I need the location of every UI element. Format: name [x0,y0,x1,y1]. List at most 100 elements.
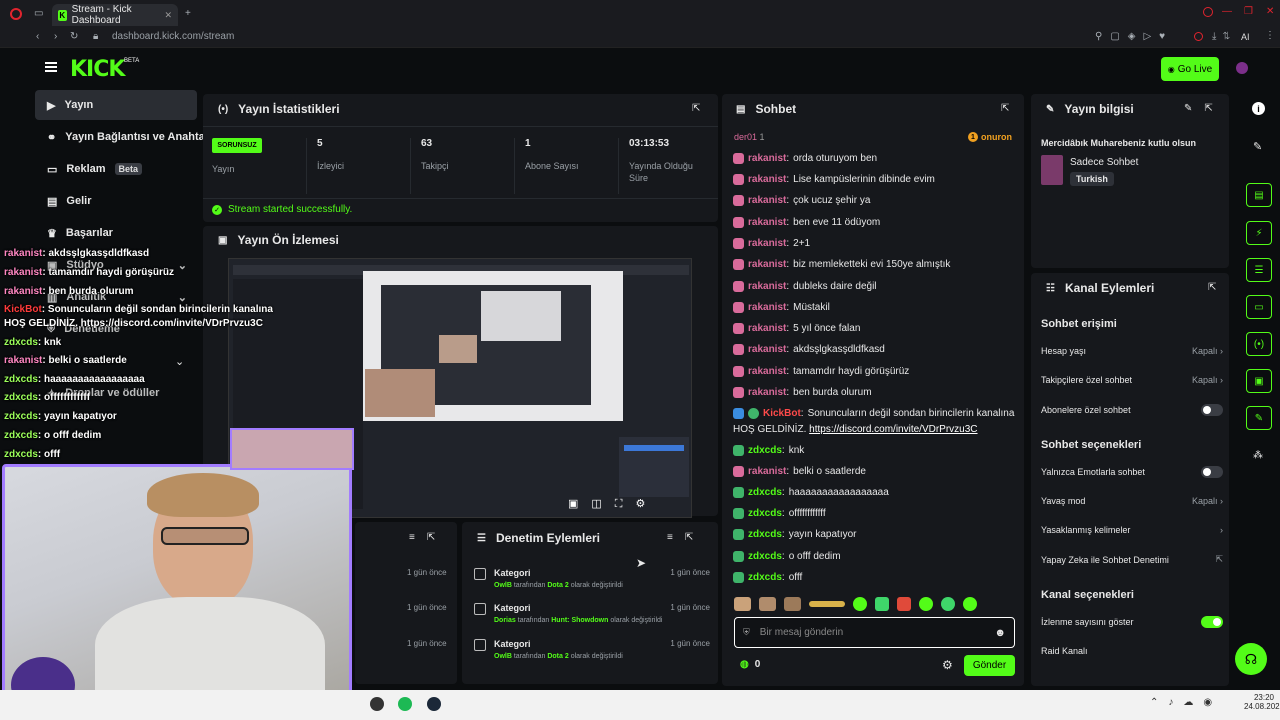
chat-message[interactable]: rakanist: dubleks daire değil [733,281,877,292]
tool-layout-button[interactable]: ▣ [1246,369,1272,393]
ai-moderation-row[interactable]: Yapay Zeka ile Sohbet Denetimi ⇱ [1041,554,1223,565]
chat-message[interactable]: rakanist: belki o saatlerde [733,466,866,477]
chat-username[interactable]: zdxcds [748,487,782,498]
profile-icon[interactable] [1194,32,1203,41]
emote-icon[interactable] [759,597,776,611]
new-tab-icon[interactable]: + [185,8,191,19]
url-field[interactable]: dashboard.kick.com/stream [112,31,234,42]
emote-icon[interactable] [734,597,751,611]
download-icon[interactable]: ⤓⇅ [1212,31,1236,42]
chat-message[interactable]: rakanist:5 yıl önce falan [733,323,860,334]
tab-close-icon[interactable]: ✕ [164,10,172,21]
channel-points[interactable]: ◍ 0 [740,659,760,670]
emote-bar[interactable] [734,596,1014,612]
chevron-down-icon[interactable]: ⌄ [175,355,184,368]
chat-username[interactable]: rakanist [748,387,786,398]
opera-logo-icon[interactable] [10,8,22,20]
discord-link[interactable]: https://discord.com/invite/VDrPrvzu3C [809,424,977,435]
chat-message[interactable]: rakanist: akdsşlgkasşdldfkasd [733,344,885,355]
panel-controls-icons[interactable]: ≡⇱ [667,532,705,543]
chat-username[interactable]: zdxcds [748,529,782,540]
avatar[interactable] [1236,62,1248,74]
edit-popout-icons[interactable]: ✎⇱ [1184,103,1225,114]
ai-label[interactable]: AI [1241,32,1250,42]
back-icon[interactable]: ‹ [36,31,39,42]
preview-controls-icons[interactable]: ▣◫⛶⚙ [568,497,658,511]
pencil-icon[interactable]: ✎ [1253,140,1262,153]
category-name[interactable]: Sadece Sohbet [1070,157,1138,168]
chat-username[interactable]: rakanist [748,238,786,249]
sidebar-item-basarilar[interactable]: ♛ Başarılar [35,218,197,248]
chat-username[interactable]: rakanist [748,195,786,206]
tool-chat-button[interactable]: ▭ [1246,295,1272,319]
moderation-item[interactable]: Kategori OwlB tarafından Dota 2 olarak d… [470,568,710,602]
app-icon[interactable] [370,697,384,711]
sidebar-item-reklam[interactable]: ▭ Reklam Beta [35,154,197,184]
chat-message[interactable]: rakanist: ben eve 11 ödüyom [733,217,880,228]
emote-icon[interactable] [875,597,889,611]
emote-icon[interactable] [853,597,867,611]
extension-icons[interactable]: ⚲▢◈▷♥ [1095,31,1173,42]
emote-only-toggle[interactable] [1201,466,1223,478]
chat-message[interactable]: KickBot: Sonuncuların değil sondan birinc… [733,408,1014,419]
chat-message[interactable]: rakanist: tamamdır haydi görüşürüz [733,366,909,377]
chat-settings-icon[interactable]: ⚙ [942,658,953,672]
panel-controls-icons[interactable]: ≡⇱ [409,532,447,543]
popout-icon[interactable]: ⇱ [1208,282,1216,293]
tool-flash-button[interactable]: ⚡︎ [1246,221,1272,245]
chat-username[interactable]: rakanist [748,366,786,377]
chat-message[interactable]: rakanist: orda oturuyom ben [733,153,877,164]
chat-username[interactable]: rakanist [748,466,786,477]
chat-message[interactable]: rakanist: çok ucuz şehir ya [733,195,870,206]
emoji-icon[interactable]: ☻ [994,627,1006,639]
chat-username[interactable]: rakanist [748,281,786,292]
forward-icon[interactable]: › [54,31,57,42]
go-live-button[interactable]: ◉ Go Live [1161,57,1219,81]
chat-message[interactable]: rakanist: Lise kampüslerinin dibinde evim [733,174,935,185]
kick-logo[interactable]: KICK [70,57,125,82]
chat-username[interactable]: rakanist [748,344,786,355]
search-icon[interactable] [1203,7,1213,17]
chat-input[interactable]: ⛨ Bir mesaj gönderin ☻ [734,617,1015,648]
sidebar-item-gelir[interactable]: ▤ Gelir [35,186,197,216]
chat-message[interactable]: zdxcds: offf [733,572,802,583]
tool-stats-button[interactable]: ▤ [1246,183,1272,207]
chat-message[interactable]: rakanist: ben burda olurum [733,387,872,398]
chat-message[interactable]: zdxcds: yayın kapatıyor [733,529,857,540]
chat-message[interactable]: rakanist: Müstakil [733,302,830,313]
sidebar-item-stream-key[interactable]: ⚭ Yayın Bağlantısı ve Anahtarı [35,122,203,152]
send-button[interactable]: Gönder [964,655,1015,676]
sidebar-item-yayin[interactable]: ▶ Yayın [35,90,197,120]
chat-message[interactable]: zdxcds: offffffffffff [733,508,826,519]
banned-words-row[interactable]: Yasaklanmış kelimeler › [1041,525,1223,535]
tool-broadcast-button[interactable]: (•) [1246,332,1272,356]
tool-list-button[interactable]: ☰ [1246,258,1272,282]
reload-icon[interactable]: ↻ [70,31,78,42]
emote-icon[interactable] [919,597,933,611]
info-icon[interactable]: i [1252,102,1265,115]
subs-only-toggle[interactable] [1201,404,1223,416]
emote-icon[interactable] [941,597,955,611]
tab-menu-icon[interactable]: ▭ [34,8,43,19]
slow-mode-row[interactable]: Yavaş mod Kapalı › [1041,496,1223,506]
hamburger-icon[interactable] [45,62,57,72]
chat-message[interactable]: zdxcds: haaaaaaaaaaaaaaaaa [733,487,889,498]
chat-message[interactable]: rakanist:2+1 [733,238,810,249]
share-icon[interactable]: ⁂ [1253,450,1263,461]
chat-username[interactable]: rakanist [748,323,786,334]
moderation-item[interactable]: Kategori Dorias tarafından Hunt: Showdow… [470,603,710,637]
chat-username[interactable]: rakanist [748,217,786,228]
support-button[interactable]: ☊ [1235,643,1267,675]
chat-username[interactable]: zdxcds [748,572,782,583]
moderation-item[interactable]: Kategori OwlB tarafından Dota 2 olarak d… [470,639,710,673]
chat-username[interactable]: zdxcds [748,551,782,562]
chat-username[interactable]: rakanist [748,174,786,185]
chat-username[interactable]: rakanist [748,302,786,313]
chat-username[interactable]: rakanist [748,259,786,270]
popout-icon[interactable]: ⇱ [692,103,700,114]
chat-message[interactable]: rakanist: biz memleketteki evi 150ye almı… [733,259,950,270]
chat-username[interactable]: rakanist [748,153,786,164]
followers-only-row[interactable]: Takipçilere özel sohbet Kapalı › [1041,375,1223,385]
minimize-icon[interactable]: — [1222,6,1232,17]
emote-icon[interactable] [809,601,845,607]
